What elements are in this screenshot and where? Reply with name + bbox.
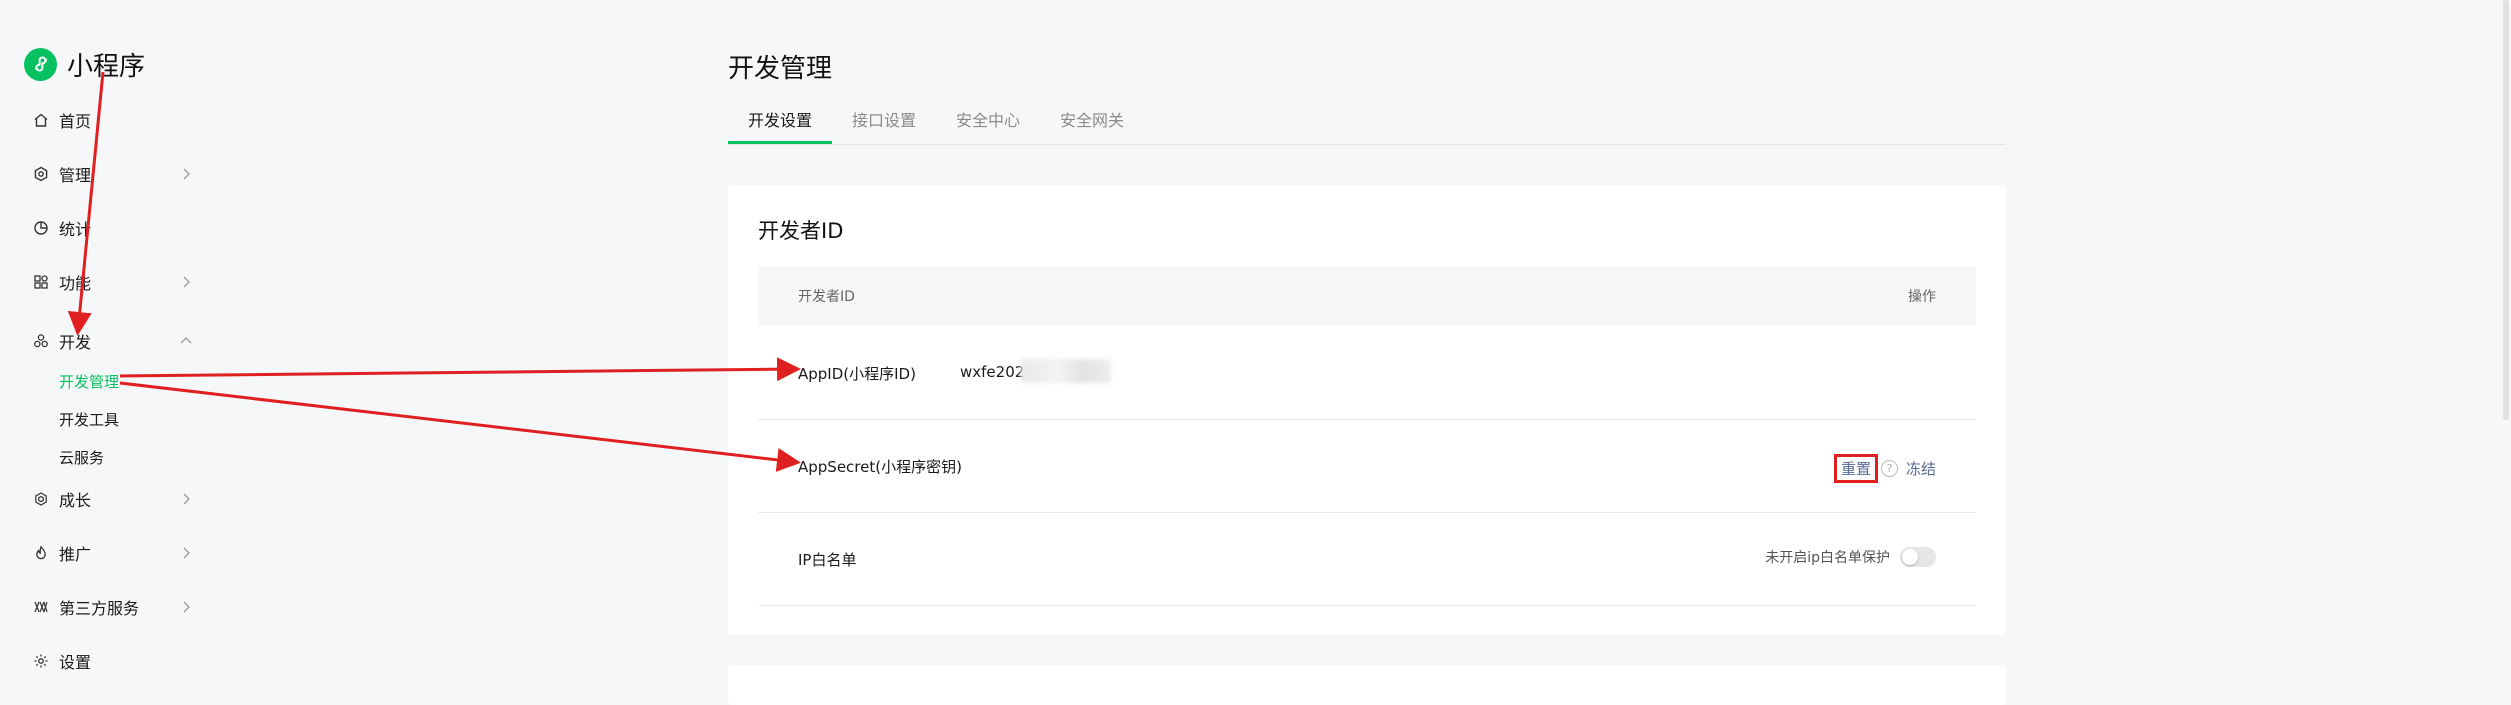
sidebar-item-label: 成长 (59, 491, 92, 510)
table-row-ip-whitelist: IP白名单 未开启ip白名单保护 (758, 512, 1976, 606)
home-icon (32, 111, 50, 129)
sidebar-item-promotion[interactable]: 推广 (32, 540, 194, 566)
table-row-appsecret: AppSecret(小程序密钥) 重置 ? 冻结 (758, 419, 1976, 513)
sidebar-item-third-party[interactable]: 第三方服务 (32, 594, 194, 620)
appsecret-label: AppSecret(小程序密钥) (798, 458, 962, 476)
help-question-icon[interactable]: ? (1880, 460, 1898, 477)
third-party-icon (32, 598, 50, 616)
sidebar-item-label: 设置 (59, 653, 92, 672)
sidebar-item-label: 首页 (59, 112, 92, 131)
chevron-right-icon (183, 601, 190, 613)
second-card (728, 665, 2006, 705)
sidebar-item-label: 统计 (59, 220, 92, 239)
annotation-arrow-to-appsecret (119, 381, 801, 472)
settings-gear-icon (32, 165, 50, 183)
sidebar-item-growth[interactable]: 成长 (32, 486, 194, 512)
chevron-right-icon (183, 276, 190, 288)
sidebar-item-stats[interactable]: 统计 (32, 215, 194, 241)
sidebar-item-develop[interactable]: 开发 (32, 328, 194, 354)
card-title: 开发者ID (758, 219, 844, 243)
toggle-knob (1902, 549, 1918, 565)
chevron-right-icon (183, 493, 190, 505)
appsecret-actions: 重置 ? 冻结 (1833, 454, 1936, 483)
sidebar-item-label: 管理 (59, 166, 92, 185)
gear-icon (32, 652, 50, 670)
column-header-developer-id: 开发者ID (798, 289, 855, 305)
sidebar-item-manage[interactable]: 管理 (32, 161, 194, 187)
freeze-secret-link[interactable]: 冻结 (1906, 458, 1936, 479)
sidebar-item-home[interactable]: 首页 (32, 107, 194, 133)
app-logo[interactable]: 小程序 (24, 44, 145, 84)
redaction-blur (1021, 359, 1111, 383)
sidebar-item-label: 开发 (59, 333, 92, 352)
mini-program-logo-icon (24, 47, 57, 81)
appid-label: AppID(小程序ID) (798, 365, 916, 383)
sidebar-item-features[interactable]: 功能 (32, 269, 194, 295)
ip-whitelist-label: IP白名单 (798, 551, 857, 569)
ip-whitelist-toggle[interactable] (1900, 547, 1936, 567)
ip-whitelist-status: 未开启ip白名单保护 (1765, 550, 1890, 566)
tab-security-center[interactable]: 安全中心 (956, 108, 1020, 143)
sidebar: 小程序 首页 管理 统计 功能 开发 开发管理 开发工具 云服务 成长 推广 第 (0, 0, 220, 675)
column-header-actions: 操作 (1908, 289, 1936, 305)
sidebar-subitem-cloud-service[interactable]: 云服务 (59, 446, 104, 468)
promotion-icon (32, 544, 50, 562)
table-row-appid: AppID(小程序ID) wxfe202c (758, 326, 1976, 420)
sidebar-item-settings[interactable]: 设置 (32, 648, 194, 674)
reset-secret-link[interactable]: 重置 (1833, 454, 1878, 483)
sidebar-item-label: 第三方服务 (59, 599, 140, 618)
annotation-arrow-to-appid (119, 357, 801, 382)
growth-icon (32, 490, 50, 508)
tab-security-gateway[interactable]: 安全网关 (1060, 108, 1124, 143)
tab-dev-settings[interactable]: 开发设置 (748, 108, 812, 143)
grid-icon (32, 273, 50, 291)
table-header: 开发者ID 操作 (758, 266, 1976, 326)
developer-id-card: 开发者ID 开发者ID 操作 AppID(小程序ID) wxfe202c App… (728, 185, 2006, 635)
app-logo-text: 小程序 (67, 51, 146, 82)
sidebar-item-label: 推广 (59, 545, 92, 564)
chevron-right-icon (183, 547, 190, 559)
tab-bar: 开发设置 接口设置 安全中心 安全网关 (728, 108, 2006, 145)
chevron-up-icon (180, 337, 192, 344)
sidebar-item-label: 功能 (59, 274, 92, 293)
chevron-right-icon (183, 168, 190, 180)
dev-nodes-icon (32, 332, 50, 350)
page-scrollbar[interactable] (2499, 0, 2511, 675)
sidebar-subitem-dev-management[interactable]: 开发管理 (59, 370, 119, 392)
page-title: 开发管理 (728, 54, 833, 84)
active-tab-indicator (728, 141, 832, 144)
pie-chart-icon (32, 219, 50, 237)
scrollbar-thumb[interactable] (2503, 0, 2509, 420)
sidebar-subitem-dev-tools[interactable]: 开发工具 (59, 408, 119, 430)
tab-api-settings[interactable]: 接口设置 (852, 108, 916, 143)
ip-whitelist-controls: 未开启ip白名单保护 (1765, 547, 1936, 567)
